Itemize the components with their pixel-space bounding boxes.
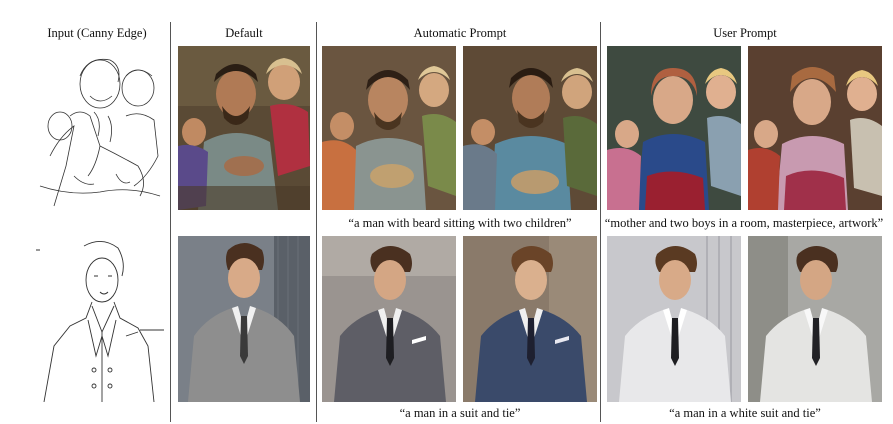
user-prompt-caption-row-2: “a man in a white suit and tie” bbox=[669, 406, 821, 420]
user-family-image-2 bbox=[748, 46, 882, 210]
user-prompt-caption-row-1: “mother and two boys in a room, masterpi… bbox=[604, 216, 884, 230]
user-suit-image-2 bbox=[748, 236, 882, 402]
divider-2 bbox=[316, 22, 317, 422]
divider-1 bbox=[170, 22, 171, 422]
canny-edge-family bbox=[30, 46, 164, 212]
canny-edge-suit bbox=[30, 236, 164, 402]
user-family-image-1 bbox=[607, 46, 741, 210]
automatic-family-image-2 bbox=[463, 46, 597, 210]
automatic-suit-image-1 bbox=[322, 236, 456, 402]
automatic-family-image-1 bbox=[322, 46, 456, 210]
user-suit-image-1 bbox=[607, 236, 741, 402]
header-automatic-prompt: Automatic Prompt bbox=[413, 26, 507, 40]
default-family-image bbox=[178, 46, 310, 210]
automatic-suit-image-2 bbox=[463, 236, 597, 402]
divider-3 bbox=[600, 22, 601, 422]
header-default: Default bbox=[225, 26, 263, 40]
default-suit-image bbox=[178, 236, 310, 402]
automatic-prompt-caption-row-1: “a man with beard sitting with two child… bbox=[348, 216, 572, 230]
header-user-prompt: User Prompt bbox=[713, 26, 777, 40]
automatic-prompt-caption-row-2: “a man in a suit and tie” bbox=[399, 406, 521, 420]
header-input: Input (Canny Edge) bbox=[47, 26, 147, 40]
